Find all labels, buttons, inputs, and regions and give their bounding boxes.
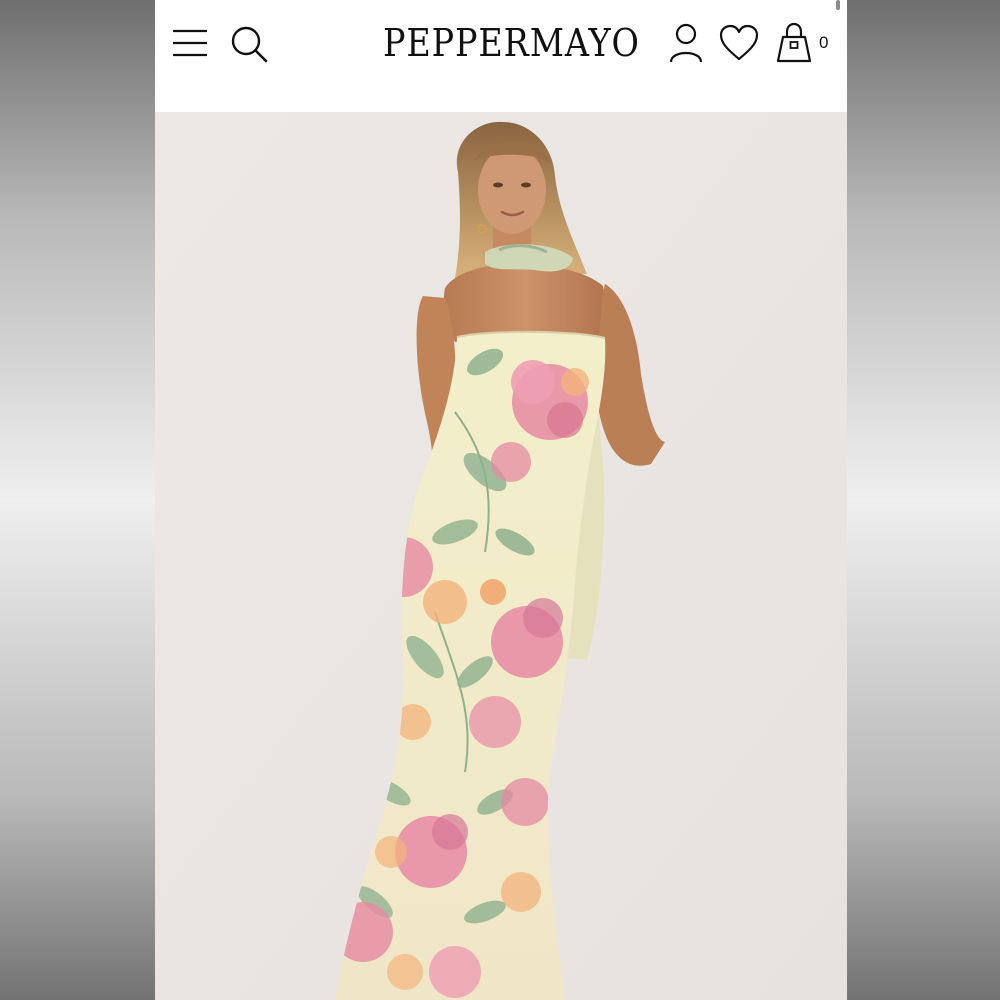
scrollbar[interactable]: [836, 0, 840, 10]
hamburger-menu-icon: [173, 29, 207, 57]
cart-button[interactable]: [775, 22, 813, 64]
site-header: PEPPERMAYO 0: [155, 0, 847, 112]
screenshot-right-margin: [847, 0, 1000, 1000]
search-icon: [231, 26, 268, 63]
cart-count: 0: [819, 33, 829, 52]
brand-logo[interactable]: PEPPERMAYO: [383, 18, 639, 68]
product-image[interactable]: [155, 112, 847, 1000]
account-button[interactable]: [667, 22, 705, 64]
model-in-floral-dress-photo: [155, 112, 847, 1000]
screenshot-left-margin: [0, 0, 155, 1000]
menu-button[interactable]: [171, 27, 209, 59]
shopping-bag-icon: [776, 22, 812, 63]
mobile-page: PEPPERMAYO 0: [155, 0, 847, 1000]
wishlist-button[interactable]: [719, 24, 759, 62]
heart-icon: [719, 24, 759, 61]
user-icon: [669, 23, 703, 63]
search-button[interactable]: [229, 24, 269, 64]
